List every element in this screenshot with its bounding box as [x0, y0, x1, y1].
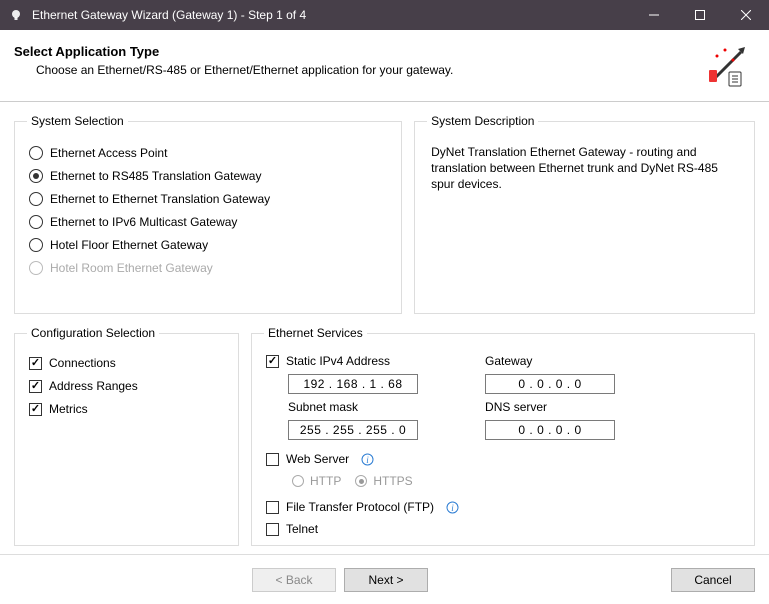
checkbox-icon [29, 380, 42, 393]
checkbox-ftp[interactable]: File Transfer Protocol (FTP) i [266, 500, 459, 514]
radio-icon [29, 146, 43, 160]
checkbox-telnet[interactable]: Telnet [266, 522, 459, 536]
static-ipv4-input[interactable]: 192 . 168 . 1 . 68 [288, 374, 418, 394]
wizard-header: Select Application Type Choose an Ethern… [0, 30, 769, 102]
system-selection-group: System Selection Ethernet Access Point E… [14, 114, 402, 314]
radio-hotel-floor[interactable]: Hotel Floor Ethernet Gateway [29, 238, 389, 252]
cancel-button[interactable]: Cancel [671, 568, 755, 592]
checkbox-web-server[interactable]: Web Server i [266, 452, 459, 466]
radio-label: Ethernet to Ethernet Translation Gateway [50, 192, 270, 206]
radio-label: Hotel Room Ethernet Gateway [50, 261, 213, 275]
checkbox-icon [266, 501, 279, 514]
dns-server-input[interactable]: 0 . 0 . 0 . 0 [485, 420, 615, 440]
configuration-selection-legend: Configuration Selection [27, 326, 159, 340]
radio-label: Ethernet Access Point [50, 146, 167, 160]
checkbox-label: Address Ranges [49, 379, 138, 393]
gateway-label: Gateway [485, 354, 615, 368]
subnet-mask-label: Subnet mask [266, 400, 459, 414]
checkbox-connections[interactable]: Connections [29, 356, 226, 370]
checkbox-label: File Transfer Protocol (FTP) [286, 500, 434, 514]
svg-text:i: i [451, 503, 454, 513]
checkbox-label: Static IPv4 Address [286, 354, 390, 368]
radio-ethernet-ethernet-translation[interactable]: Ethernet to Ethernet Translation Gateway [29, 192, 389, 206]
radio-icon [29, 261, 43, 275]
titlebar: Ethernet Gateway Wizard (Gateway 1) - St… [0, 0, 769, 30]
info-icon[interactable]: i [445, 500, 459, 514]
radio-label: HTTPS [373, 474, 412, 488]
app-icon [8, 7, 24, 23]
button-bar: < Back Next > Cancel [0, 554, 769, 604]
radio-label: Hotel Floor Ethernet Gateway [50, 238, 208, 252]
window-title: Ethernet Gateway Wizard (Gateway 1) - St… [32, 8, 631, 22]
maximize-button[interactable] [677, 0, 723, 30]
radio-https: HTTPS [355, 474, 412, 488]
system-description-group: System Description DyNet Translation Eth… [414, 114, 755, 314]
ethernet-services-legend: Ethernet Services [264, 326, 367, 340]
checkbox-static-ipv4[interactable]: Static IPv4 Address [266, 354, 459, 368]
radio-ethernet-rs485-translation[interactable]: Ethernet to RS485 Translation Gateway [29, 169, 389, 183]
radio-icon [29, 238, 43, 252]
wizard-icon [705, 44, 749, 88]
page-title: Select Application Type [14, 44, 705, 59]
system-description-text: DyNet Translation Ethernet Gateway - rou… [427, 138, 742, 199]
system-selection-legend: System Selection [27, 114, 128, 128]
radio-label: Ethernet to IPv6 Multicast Gateway [50, 215, 237, 229]
checkbox-address-ranges[interactable]: Address Ranges [29, 379, 226, 393]
radio-icon [29, 215, 43, 229]
gateway-input[interactable]: 0 . 0 . 0 . 0 [485, 374, 615, 394]
checkbox-icon [266, 355, 279, 368]
radio-icon [355, 475, 367, 487]
radio-http: HTTP [292, 474, 341, 488]
radio-icon [29, 169, 43, 183]
radio-icon [292, 475, 304, 487]
checkbox-icon [266, 453, 279, 466]
radio-label: Ethernet to RS485 Translation Gateway [50, 169, 261, 183]
back-button: < Back [252, 568, 336, 592]
radio-icon [29, 192, 43, 206]
ethernet-services-group: Ethernet Services Static IPv4 Address 19… [251, 326, 755, 546]
checkbox-label: Web Server [286, 452, 349, 466]
checkbox-icon [266, 523, 279, 536]
wizard-content: System Selection Ethernet Access Point E… [0, 102, 769, 554]
checkbox-icon [29, 357, 42, 370]
svg-text:i: i [366, 455, 369, 465]
checkbox-icon [29, 403, 42, 416]
dns-server-label: DNS server [485, 400, 615, 414]
checkbox-label: Connections [49, 356, 116, 370]
minimize-button[interactable] [631, 0, 677, 30]
system-description-legend: System Description [427, 114, 538, 128]
radio-label: HTTP [310, 474, 341, 488]
radio-ethernet-access-point[interactable]: Ethernet Access Point [29, 146, 389, 160]
info-icon[interactable]: i [360, 452, 374, 466]
page-subtitle: Choose an Ethernet/RS-485 or Ethernet/Et… [14, 63, 705, 77]
checkbox-label: Telnet [286, 522, 318, 536]
radio-hotel-room: Hotel Room Ethernet Gateway [29, 261, 389, 275]
configuration-selection-group: Configuration Selection Connections Addr… [14, 326, 239, 546]
checkbox-label: Metrics [49, 402, 88, 416]
checkbox-metrics[interactable]: Metrics [29, 402, 226, 416]
subnet-mask-input[interactable]: 255 . 255 . 255 . 0 [288, 420, 418, 440]
next-button[interactable]: Next > [344, 568, 428, 592]
radio-ipv6-multicast[interactable]: Ethernet to IPv6 Multicast Gateway [29, 215, 389, 229]
close-button[interactable] [723, 0, 769, 30]
